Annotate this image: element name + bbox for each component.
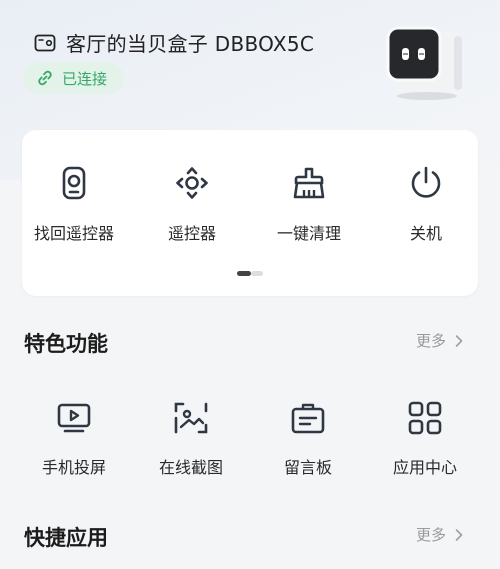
dpad-icon	[176, 167, 208, 199]
broom-icon	[293, 167, 325, 199]
chevron-right-icon	[455, 334, 463, 347]
power-icon	[411, 166, 441, 198]
features-more-link[interactable]: 更多	[416, 330, 464, 351]
remote-control-label: 遥控器	[167, 224, 216, 243]
feature-screen-cast-label: 手机投屏	[41, 458, 106, 477]
shortcuts-more-link[interactable]: 更多	[416, 524, 464, 545]
chevron-right-icon	[455, 528, 463, 541]
power-off-label: 关机	[409, 224, 442, 243]
connection-status-text: 已连接	[62, 69, 108, 88]
device-name[interactable]: 客厅的当贝盒子 DBBOX5C	[66, 28, 314, 57]
shortcuts-more-label: 更多	[416, 526, 447, 544]
connection-status-badge: 已连接	[23, 62, 124, 94]
remote-finder-icon	[62, 166, 86, 200]
feature-screenshot-label: 在线截图	[158, 458, 223, 477]
feature-app-center-label: 应用中心	[392, 458, 457, 477]
features-section-title: 特色功能	[24, 332, 108, 356]
features-more-label: 更多	[416, 332, 447, 350]
page-dot	[251, 271, 263, 276]
one-click-clean-label: 一键清理	[276, 224, 341, 243]
device-image	[384, 22, 470, 102]
find-remote-label: 找回遥控器	[33, 224, 114, 243]
device-header: 客厅的当贝盒子 DBBOX5C	[34, 28, 314, 57]
shortcuts-section-title: 快捷应用	[24, 526, 108, 550]
message-board-icon	[291, 403, 325, 434]
tv-box-icon	[34, 34, 56, 51]
screen-cast-icon	[57, 403, 91, 433]
app-grid-icon	[408, 401, 442, 435]
screenshot-icon	[174, 402, 208, 434]
feature-message-board-label: 留言板	[283, 458, 332, 477]
link-icon	[38, 70, 52, 86]
quick-actions-card: 找回遥控器 遥控器 一键清理 关机	[22, 130, 478, 296]
page-dot-active	[237, 271, 251, 276]
